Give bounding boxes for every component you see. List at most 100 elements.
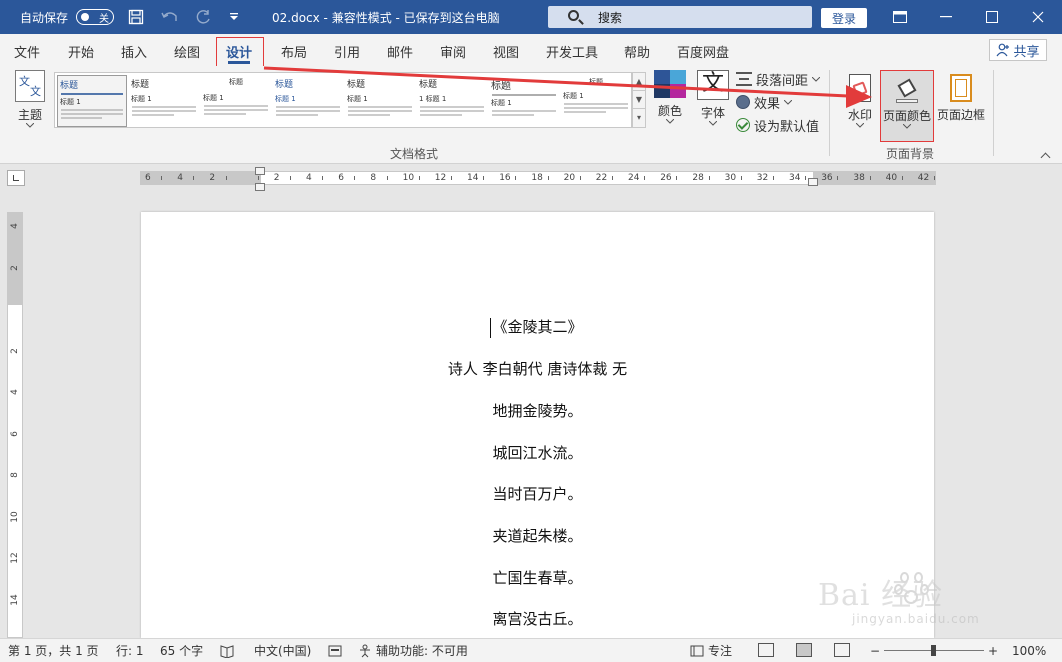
ruler-tick (740, 176, 742, 180)
autosave-toggle[interactable]: 关 (76, 9, 114, 25)
ruler-tick-label: 24 (628, 173, 640, 183)
login-button[interactable]: 登录 (821, 8, 867, 28)
themes-button[interactable]: 文 文 主题 (12, 70, 48, 136)
poem-line[interactable]: 诗人 李白朝代 唐诗体裁 无 (141, 358, 934, 379)
web-layout-icon[interactable] (834, 643, 850, 657)
collapse-ribbon-icon[interactable] (1040, 150, 1052, 162)
vertical-ruler[interactable]: 4 2 2 4 6 8 10 12 14 (7, 212, 23, 638)
focus-button[interactable]: 专注 (690, 639, 732, 662)
print-layout-icon[interactable] (796, 643, 812, 657)
gallery-more-icon[interactable]: ▾ (633, 109, 645, 127)
page-borders-button[interactable]: 页面边框 (933, 70, 989, 142)
ruler-tick-label: 26 (660, 173, 672, 183)
poem-line[interactable]: 地拥金陵势。 (141, 400, 934, 421)
poem-line[interactable]: 亡国生春草。 (141, 567, 934, 588)
vruler-tick-label: 6 (10, 430, 20, 437)
tab-stop-selector[interactable] (7, 170, 25, 186)
vruler-tick-label: 8 (10, 472, 20, 478)
style-set-item[interactable]: 标题 标题 1 (561, 75, 631, 127)
share-person-icon (996, 43, 1010, 57)
tab-help[interactable]: 帮助 (624, 40, 650, 62)
poem-line[interactable]: 当时百万户。 (141, 483, 934, 504)
tab-insert[interactable]: 插入 (121, 40, 147, 62)
zoom-level[interactable]: 100% (1012, 639, 1046, 662)
gallery-scroll-down-icon[interactable]: ▼ (633, 91, 645, 109)
proofing-icon[interactable] (220, 639, 234, 662)
gallery-scroll-up-icon[interactable]: ▲ (633, 73, 645, 91)
ruler-tick (450, 176, 452, 180)
close-icon[interactable] (1015, 0, 1061, 34)
ruler-tick (418, 176, 420, 180)
set-as-default-button[interactable]: 设为默认值 (736, 114, 819, 136)
ribbon-display-options-icon[interactable] (877, 0, 923, 34)
ruler-tick (483, 176, 485, 180)
poem-line[interactable]: 城回江水流。 (141, 442, 934, 463)
tab-home[interactable]: 开始 (68, 40, 94, 62)
tab-layout[interactable]: 布局 (281, 40, 307, 62)
tab-mailings[interactable]: 邮件 (387, 40, 413, 62)
accessibility-label: 辅助功能: 不可用 (376, 644, 468, 658)
accessibility-status[interactable]: 辅助功能: 不可用 (358, 639, 468, 662)
fonts-button[interactable]: 文 字体 (696, 70, 730, 140)
style-set-title: 标题 (347, 80, 366, 90)
tab-draw[interactable]: 绘图 (174, 40, 200, 62)
style-set-item[interactable]: 标题 标题 1 (273, 75, 343, 127)
ruler-tick-label: 14 (467, 173, 479, 183)
tab-review[interactable]: 审阅 (440, 40, 466, 62)
page-color-button[interactable]: 页面颜色 (880, 70, 934, 142)
style-set-item[interactable]: 标题 标题 1 (345, 75, 415, 127)
ruler-tick (805, 176, 807, 180)
left-indent-handle[interactable] (255, 183, 265, 191)
watermark-button[interactable]: 水印 (833, 70, 887, 142)
style-set-item[interactable]: 标题 标题 1 (57, 75, 127, 127)
tab-baidu-netdisk[interactable]: 百度网盘 (677, 40, 729, 62)
poem-line[interactable]: 夹道起朱楼。 (141, 525, 934, 546)
maximize-icon[interactable] (969, 0, 1015, 34)
macro-icon[interactable] (328, 639, 342, 662)
tab-references[interactable]: 引用 (334, 40, 360, 62)
ruler-tick (547, 176, 549, 180)
right-indent-handle[interactable] (808, 178, 818, 186)
paw-toe (894, 584, 903, 595)
poem-line[interactable]: 离宫没古丘。 (141, 608, 934, 629)
save-icon[interactable] (124, 0, 148, 34)
read-mode-icon[interactable] (758, 643, 774, 657)
word-count[interactable]: 65 个字 (160, 639, 203, 662)
paragraph-spacing-button[interactable]: 段落间距 (736, 68, 821, 90)
redo-icon[interactable] (192, 0, 216, 34)
first-line-indent-handle[interactable] (255, 167, 265, 175)
search-box[interactable]: 搜索 (548, 6, 812, 28)
ruler-tick (579, 176, 581, 180)
undo-icon[interactable] (158, 0, 182, 34)
zoom-slider-handle[interactable] (931, 645, 936, 656)
ruler-tick (386, 176, 388, 180)
customize-toolbar-icon[interactable] (222, 0, 246, 34)
style-set-heading: 标题 1 (203, 94, 224, 102)
ruler-tick (161, 176, 163, 180)
tab-developer[interactable]: 开发工具 (546, 40, 598, 62)
style-set-item[interactable]: 标题 标题 1 (201, 75, 271, 127)
minimize-icon[interactable] (923, 0, 969, 34)
zoom-out-button[interactable]: − (870, 639, 880, 662)
style-set-item[interactable]: 标题 标题 1 (489, 75, 559, 127)
tab-view[interactable]: 视图 (493, 40, 519, 62)
poem-title[interactable]: 《金陵其二》 (141, 316, 934, 337)
paragraph-spacing-label: 段落间距 (756, 73, 809, 89)
style-line (492, 114, 534, 116)
effects-button[interactable]: 效果 (736, 91, 793, 113)
language[interactable]: 中文(中国) (254, 639, 311, 662)
style-set-item[interactable]: 标题 标题 1 (129, 75, 199, 127)
document-page[interactable]: 《金陵其二》 诗人 李白朝代 唐诗体裁 无 地拥金陵势。 城回江水流。 当时百万… (141, 212, 934, 638)
status-bar: 第 1 页，共 1 页 行: 1 65 个字 中文(中国) 辅助功能: 不可用 … (0, 638, 1062, 662)
line-number[interactable]: 行: 1 (116, 639, 144, 662)
autosave-label: 自动保存 (20, 10, 69, 25)
share-button[interactable]: 共享 (989, 39, 1047, 61)
page-count[interactable]: 第 1 页，共 1 页 (8, 639, 99, 662)
autosave-state: 关 (99, 13, 109, 25)
colors-button[interactable]: 颜色 (653, 70, 687, 140)
ruler-tick (708, 176, 710, 180)
style-set-item[interactable]: 标题 1 标题 1 (417, 75, 487, 127)
checkmark-icon (736, 118, 750, 132)
tab-file[interactable]: 文件 (14, 40, 40, 62)
zoom-in-button[interactable]: + (988, 639, 998, 662)
